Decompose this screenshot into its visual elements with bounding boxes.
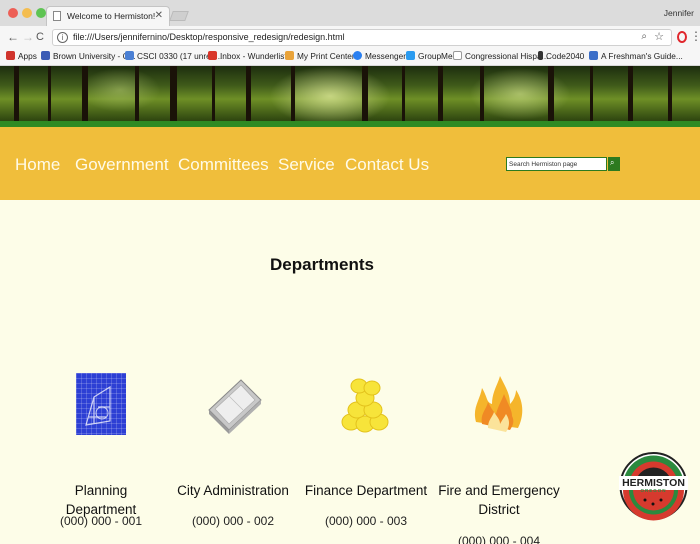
page-icon — [453, 51, 462, 60]
bookmark-code2040[interactable]: Code2040 — [538, 51, 584, 61]
opera-extension-icon[interactable] — [677, 31, 687, 43]
browser-titlebar: Welcome to Hermiston! ✕ Jennifer — [0, 0, 700, 26]
logo-subtext: OREGON — [640, 488, 666, 493]
code-icon — [538, 51, 543, 60]
dept-phone-city-admin: (000) 000 - 002 — [191, 514, 275, 528]
dept-name-city-admin[interactable]: City Administration — [170, 481, 296, 500]
bookmark-groupme[interactable]: GroupMe — [406, 51, 453, 61]
url-text[interactable]: file:///Users/jennifernino/Desktop/respo… — [73, 32, 345, 42]
profile-name[interactable]: Jennifer — [664, 8, 694, 18]
reload-icon[interactable]: C — [36, 30, 44, 44]
close-window-icon[interactable] — [8, 8, 18, 18]
tab-title: Welcome to Hermiston! — [67, 11, 156, 21]
new-tab-button[interactable] — [169, 11, 189, 21]
dept-phone-planning: (000) 000 - 001 — [59, 514, 143, 528]
bookmarks-bar: Apps Brown University - C... CSCI 0330 (… — [0, 48, 700, 66]
nav-service[interactable]: Service — [278, 155, 335, 175]
bookmark-star-icon[interactable]: ☆ — [654, 30, 664, 43]
apps-grid-icon — [6, 51, 15, 60]
search-icon: ⌕ — [610, 158, 615, 167]
maximize-window-icon[interactable] — [36, 8, 46, 18]
print-icon — [285, 51, 294, 60]
blueprint-icon[interactable] — [76, 373, 126, 435]
nav-contact-us[interactable]: Contact Us — [345, 155, 429, 175]
groupme-icon — [406, 51, 415, 60]
nav-government[interactable]: Government — [75, 155, 169, 175]
hermiston-logo[interactable]: HERMISTON OREGON — [619, 448, 688, 524]
messenger-icon — [353, 51, 362, 60]
coins-icon[interactable] — [337, 374, 393, 436]
address-bar[interactable]: i file:///Users/jennifernino/Desktop/res… — [52, 29, 672, 46]
nav-committees[interactable]: Committees — [178, 155, 269, 175]
search-button[interactable]: ⌕ — [608, 157, 620, 171]
minimize-window-icon[interactable] — [22, 8, 32, 18]
page-title: Departments — [270, 255, 374, 274]
mail-icon — [125, 51, 134, 60]
dept-name-fire[interactable]: Fire and Emergency District — [436, 481, 562, 519]
fire-icon[interactable] — [470, 374, 526, 436]
dept-name-finance[interactable]: Finance Department — [303, 481, 429, 500]
bookmark-wunderlist[interactable]: Inbox - Wunderlist — [208, 51, 287, 61]
info-icon[interactable]: i — [57, 32, 68, 43]
guide-icon — [589, 51, 598, 60]
dept-phone-finance: (000) 000 - 003 — [324, 514, 408, 528]
browser-toolbar: ← → C i file:///Users/jennifernino/Deskt… — [0, 26, 700, 48]
forest-banner-image — [0, 66, 700, 121]
menu-kebab-icon[interactable]: ⋮ — [690, 29, 700, 43]
dept-phone-fire: (000) 000 - 004 — [457, 534, 541, 544]
close-tab-icon[interactable]: ✕ — [155, 10, 163, 21]
search-input[interactable] — [506, 157, 607, 171]
forward-arrow-icon[interactable]: → — [22, 30, 34, 44]
book-icon[interactable] — [207, 376, 263, 434]
page-icon — [53, 11, 61, 21]
bookmark-messenger[interactable]: Messenger — [353, 51, 406, 61]
bookmark-apps[interactable]: Apps — [6, 51, 37, 61]
back-arrow-icon[interactable]: ← — [7, 30, 19, 44]
bookmark-freshman[interactable]: A Freshman's Guide... — [589, 51, 683, 61]
zoom-icon[interactable]: ⌕ — [641, 31, 647, 42]
bookmark-congressional[interactable]: Congressional Hispa... — [453, 51, 548, 61]
bookmark-brown[interactable]: Brown University - C... — [41, 51, 136, 61]
wunderlist-icon — [208, 51, 217, 60]
nav-home[interactable]: Home — [15, 155, 60, 175]
bookmark-print[interactable]: My Print Center — [285, 51, 355, 61]
browser-tab[interactable]: Welcome to Hermiston! ✕ — [46, 6, 170, 26]
brown-icon — [41, 51, 50, 60]
